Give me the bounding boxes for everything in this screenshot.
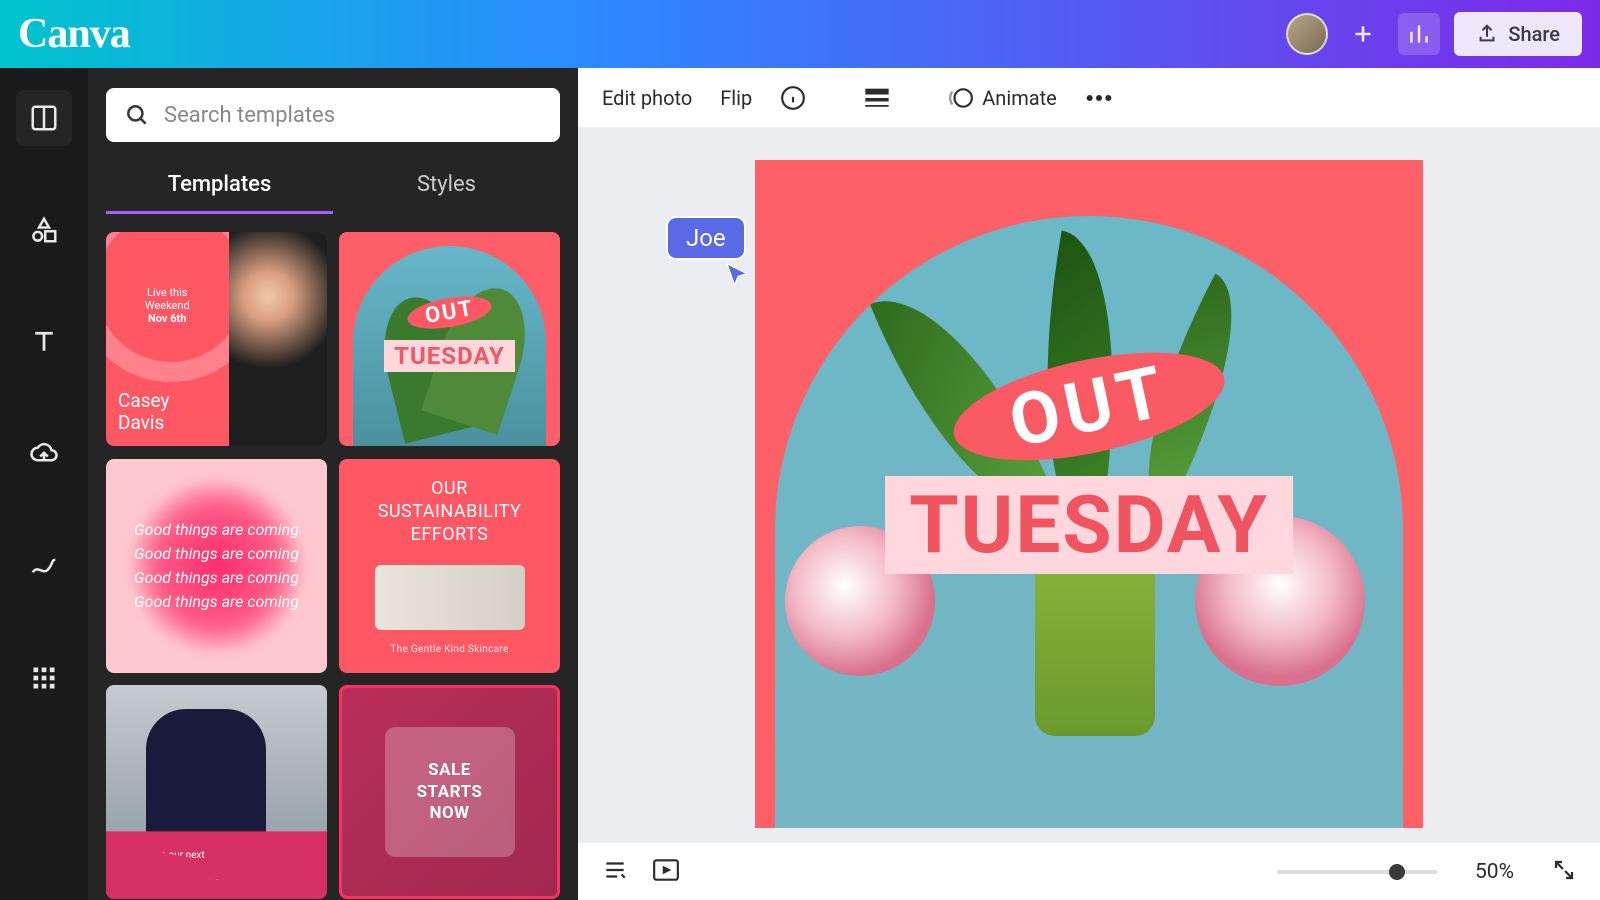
template-text: STARTS bbox=[417, 782, 483, 803]
panel-tabs: Templates Styles bbox=[106, 162, 560, 214]
animate-button[interactable]: Animate bbox=[948, 85, 1057, 111]
rail-apps-icon[interactable] bbox=[16, 650, 72, 706]
template-text: OUR bbox=[378, 477, 522, 500]
template-panel: Templates Styles Live this Weekend Nov 6… bbox=[88, 68, 578, 900]
template-text: Weekend bbox=[118, 299, 217, 312]
template-text: TUESDAY bbox=[384, 340, 515, 372]
edit-photo-button[interactable]: Edit photo bbox=[602, 86, 692, 110]
flip-button[interactable]: Flip bbox=[720, 86, 752, 110]
present-button[interactable] bbox=[652, 858, 680, 886]
template-text: RUN CLUB! bbox=[120, 861, 313, 885]
search-icon bbox=[124, 102, 150, 128]
rail-text-icon[interactable] bbox=[16, 314, 72, 370]
cursor-icon bbox=[722, 260, 752, 290]
template-text: Good things are coming bbox=[134, 542, 299, 566]
canvas-text-tuesday[interactable]: TUESDAY bbox=[885, 476, 1293, 574]
expand-icon bbox=[1552, 858, 1576, 882]
template-text: SALE bbox=[428, 760, 471, 781]
canvas-column: Edit photo Flip Animate bbox=[578, 68, 1600, 900]
collaborator-name: Joe bbox=[666, 216, 746, 260]
notes-button[interactable] bbox=[602, 857, 628, 887]
rail-draw-icon[interactable] bbox=[16, 538, 72, 594]
design-canvas[interactable]: OUT TUESDAY bbox=[755, 160, 1423, 828]
border-weight-button[interactable] bbox=[863, 86, 891, 110]
template-text: Davis bbox=[118, 412, 217, 434]
template-text: NOW bbox=[429, 803, 469, 824]
share-label: Share bbox=[1508, 22, 1560, 46]
analytics-button[interactable] bbox=[1398, 13, 1440, 55]
template-text: Good things are coming bbox=[134, 518, 299, 542]
template-thumbnail[interactable]: Good things are coming Good things are c… bbox=[106, 459, 327, 673]
zoom-slider[interactable] bbox=[1277, 870, 1437, 874]
tab-styles[interactable]: Styles bbox=[333, 162, 560, 214]
rail-elements-icon[interactable] bbox=[16, 202, 72, 258]
search-input[interactable] bbox=[106, 88, 560, 142]
template-text: Live this bbox=[118, 286, 217, 299]
more-button[interactable] bbox=[1085, 94, 1113, 102]
lines-icon bbox=[863, 86, 891, 110]
rail-uploads-icon[interactable] bbox=[16, 426, 72, 482]
template-text: EFFORTS bbox=[378, 523, 522, 546]
context-toolbar: Edit photo Flip Animate bbox=[578, 68, 1600, 128]
template-text: Nov 6th bbox=[118, 312, 217, 325]
zoom-level[interactable]: 50% bbox=[1475, 860, 1514, 884]
info-icon bbox=[780, 85, 806, 111]
template-thumbnail[interactable]: Join us on our next RUN CLUB! bbox=[106, 685, 327, 899]
tab-templates[interactable]: Templates bbox=[106, 162, 333, 214]
template-text: Casey bbox=[118, 390, 217, 412]
fullscreen-button[interactable] bbox=[1552, 858, 1576, 886]
template-thumbnail[interactable]: OUR SUSTAINABILITY EFFORTS The Gentle Ki… bbox=[339, 459, 560, 673]
animate-icon bbox=[948, 85, 974, 111]
canva-logo[interactable]: Canva bbox=[18, 10, 130, 58]
template-grid: Live this Weekend Nov 6th Casey Davis bbox=[106, 232, 560, 900]
more-icon bbox=[1085, 94, 1113, 102]
canvas-viewport[interactable]: OUT TUESDAY Joe bbox=[578, 128, 1600, 842]
template-text: Good things are coming bbox=[134, 566, 299, 590]
animate-label: Animate bbox=[982, 86, 1057, 110]
avatar[interactable] bbox=[1286, 13, 1328, 55]
app-header: Canva Share bbox=[0, 0, 1600, 68]
upload-icon bbox=[1476, 23, 1498, 45]
template-text: Join us on our next bbox=[120, 850, 313, 861]
canvas-footer: 50% bbox=[578, 842, 1600, 900]
share-button[interactable]: Share bbox=[1454, 12, 1582, 56]
template-thumbnail[interactable]: OUT TUESDAY bbox=[339, 232, 560, 446]
add-user-button[interactable] bbox=[1342, 13, 1384, 55]
info-button[interactable] bbox=[780, 85, 806, 111]
collaborator-cursor: Joe bbox=[666, 216, 746, 260]
notes-icon bbox=[602, 857, 628, 883]
template-text: The Gentle Kind Skincare bbox=[390, 644, 508, 655]
play-icon bbox=[652, 858, 680, 882]
template-thumbnail[interactable]: Live this Weekend Nov 6th Casey Davis bbox=[106, 232, 327, 446]
rail-templates-icon[interactable] bbox=[16, 90, 72, 146]
template-thumbnail[interactable]: SALE STARTS NOW bbox=[339, 685, 560, 899]
template-text: SUSTAINABILITY bbox=[378, 500, 522, 523]
side-rail bbox=[0, 68, 88, 900]
template-text: Good things are coming bbox=[134, 590, 299, 614]
search-field[interactable] bbox=[164, 103, 542, 128]
